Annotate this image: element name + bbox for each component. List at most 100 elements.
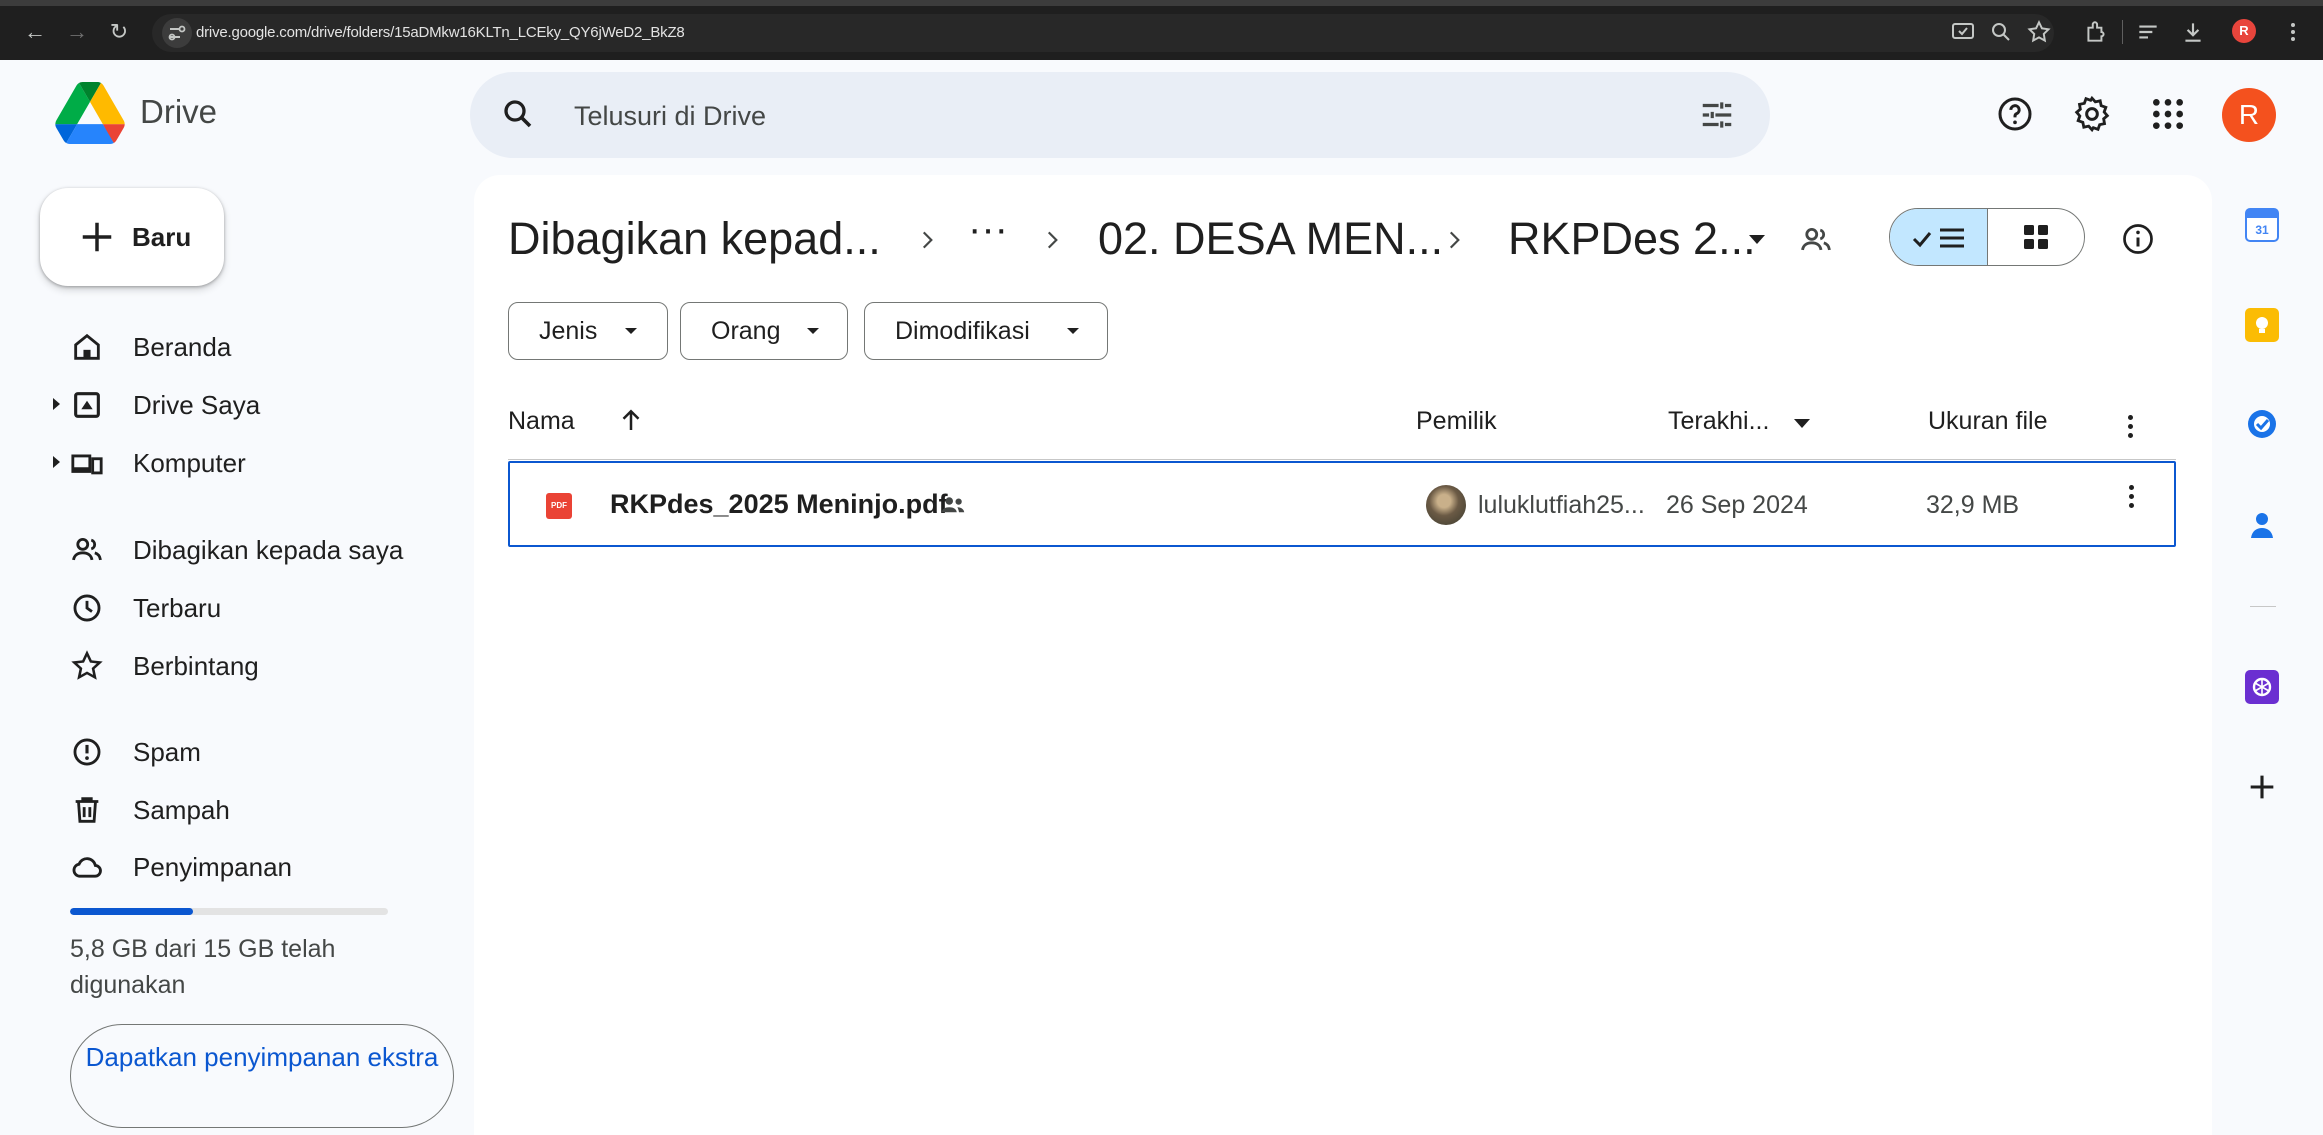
list-view-button[interactable] (1890, 209, 1988, 265)
storage-usage-bar (70, 908, 388, 915)
plus-icon (78, 218, 116, 256)
computer-icon (70, 446, 104, 480)
table-row[interactable]: PDF RKPdes_2025 Meninjo.pdf luluklutfiah… (508, 461, 2176, 547)
drive-logo-icon[interactable] (55, 82, 125, 144)
owner-name: luluklutfiah25... (1478, 491, 1645, 519)
zoom-icon[interactable] (1988, 19, 2014, 45)
sidebar-item-label: Beranda (133, 332, 232, 362)
expand-caret-icon[interactable] (53, 456, 60, 468)
url-text[interactable]: drive.google.com/drive/folders/15aDMkw16… (196, 14, 685, 52)
new-button[interactable]: Baru (40, 188, 224, 286)
sidebar-item-label: Berbintang (133, 651, 259, 681)
svg-text:31: 31 (2255, 223, 2269, 237)
search-bar[interactable] (470, 72, 1770, 158)
column-dropdown-caret-icon[interactable] (1794, 419, 1810, 428)
folder-menu-caret-icon[interactable] (1749, 235, 1765, 244)
filter-chip-label: Dimodifikasi (895, 317, 1030, 345)
side-panel-divider (2250, 606, 2276, 607)
breadcrumb-current-folder[interactable]: RKPDes 2... (1508, 211, 1756, 267)
address-bar[interactable]: drive.google.com/drive/folders/15aDMkw16… (152, 14, 2054, 52)
dropdown-arrow-icon (807, 328, 819, 334)
dropdown-arrow-icon (1067, 328, 1079, 334)
sidebar-item-my-drive[interactable]: Drive Saya (0, 376, 450, 432)
info-icon[interactable] (2120, 221, 2156, 257)
search-icon[interactable] (500, 96, 536, 132)
download-icon[interactable] (2180, 19, 2206, 45)
sidebar-item-label: Terbaru (133, 593, 222, 623)
breadcrumb-shared-with-me[interactable]: Dibagikan kepad... (508, 211, 881, 267)
grid-view-button[interactable] (1988, 209, 2084, 265)
reload-icon[interactable]: ↻ (104, 17, 134, 47)
help-icon[interactable] (1995, 94, 2035, 134)
browser-menu-icon[interactable] (2280, 19, 2306, 45)
contacts-app-icon[interactable] (2245, 508, 2279, 542)
row-more-actions-kebab-icon[interactable] (2126, 485, 2136, 515)
filter-chip-people[interactable]: Orang (680, 302, 848, 360)
toolbar-divider (2122, 20, 2123, 44)
column-header-name[interactable]: Nama (508, 407, 575, 436)
cloud-icon (70, 850, 104, 884)
storage-usage-fill (70, 908, 194, 915)
breadcrumb-parent-folder[interactable]: 02. DESA MEN... (1098, 211, 1443, 267)
file-size: 32,9 MB (1926, 491, 2020, 519)
reading-list-icon[interactable] (2135, 19, 2161, 45)
trash-icon (70, 793, 104, 827)
sidebar-item-trash[interactable]: Sampah (0, 781, 450, 837)
filter-chip-type[interactable]: Jenis (508, 302, 668, 360)
sidebar-item-recent[interactable]: Terbaru (0, 579, 450, 635)
tasks-app-icon[interactable] (2245, 407, 2279, 441)
sidebar-item-starred[interactable]: Berbintang (0, 637, 450, 693)
sidebar-item-shared-with-me[interactable]: Dibagikan kepada saya (0, 521, 450, 577)
get-addons-plus-icon[interactable] (2245, 770, 2279, 804)
search-options-icon[interactable] (1698, 96, 1736, 134)
extensions-icon[interactable] (2083, 19, 2109, 45)
keep-app-icon[interactable] (2245, 308, 2279, 342)
site-info-icon[interactable] (162, 18, 192, 48)
star-icon (70, 649, 104, 683)
spam-icon (70, 735, 104, 769)
product-name[interactable]: Drive (140, 92, 217, 132)
my-drive-icon (70, 388, 104, 422)
apps-grid-icon[interactable] (2148, 94, 2188, 134)
browser-toolbar: ← → ↻ drive.google.com/drive/folders/15a… (0, 0, 2323, 60)
sidebar-item-storage[interactable]: Penyimpanan (0, 838, 450, 894)
bookmark-star-icon[interactable] (2026, 19, 2052, 45)
main-content: Dibagikan kepad... ··· 02. DESA MEN... R… (474, 175, 2212, 1135)
back-icon[interactable]: ← (20, 17, 50, 47)
search-input[interactable] (572, 92, 1572, 140)
check-list-icon (1912, 228, 1964, 248)
column-header-owner[interactable]: Pemilik (1416, 407, 1497, 436)
sort-ascending-icon[interactable] (616, 405, 646, 435)
breadcrumb-overflow-button[interactable]: ··· (968, 201, 1008, 257)
sidebar-item-home[interactable]: Beranda (0, 318, 450, 374)
settings-gear-icon[interactable] (2072, 94, 2112, 134)
shared-people-icon (938, 491, 968, 521)
browser-profile-avatar[interactable]: R (2232, 19, 2256, 43)
shared-folder-icon[interactable] (1799, 223, 1833, 257)
account-avatar[interactable]: R (2222, 88, 2276, 142)
cast-icon[interactable] (1950, 19, 1976, 45)
column-header-file-size[interactable]: Ukuran file (1928, 407, 2048, 436)
sidebar-item-label: Spam (133, 737, 201, 767)
file-name[interactable]: RKPdes_2025 Meninjo.pdf (610, 489, 948, 520)
header-divider (508, 459, 2176, 460)
sidebar-item-label: Sampah (133, 795, 230, 825)
chatgpt-addon-icon[interactable] (2245, 670, 2279, 704)
calendar-app-icon[interactable]: 31 (2245, 208, 2279, 242)
filter-chip-modified[interactable]: Dimodifikasi (864, 302, 1108, 360)
filter-chip-label: Jenis (539, 317, 598, 345)
forward-icon[interactable]: → (62, 17, 92, 47)
sidebar-item-label: Dibagikan kepada saya (133, 535, 404, 565)
sidebar-item-spam[interactable]: Spam (0, 723, 450, 779)
get-more-storage-button[interactable]: Dapatkan penyimpanan ekstra (70, 1024, 454, 1128)
column-options-kebab-icon[interactable] (2125, 415, 2135, 445)
people-icon (70, 533, 104, 567)
column-header-last-modified[interactable]: Terakhi... (1668, 407, 1769, 436)
view-toggle (1889, 208, 2085, 266)
new-button-label: Baru (132, 222, 192, 252)
sidebar-item-computers[interactable]: Komputer (0, 434, 450, 490)
home-icon (70, 330, 104, 364)
chevron-right-icon (914, 227, 940, 253)
modified-date: 26 Sep 2024 (1666, 491, 1808, 519)
expand-caret-icon[interactable] (53, 398, 60, 410)
